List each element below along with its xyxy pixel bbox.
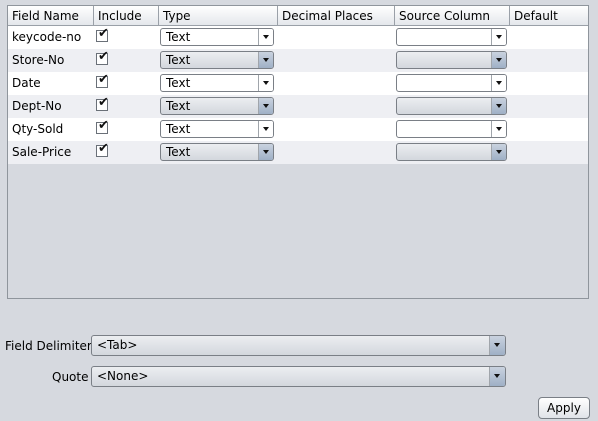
field-name-cell: keycode-no xyxy=(12,30,82,44)
chevron-down-icon xyxy=(263,150,269,154)
check-icon: ✔ xyxy=(98,72,109,87)
source-column-dropdown-button[interactable] xyxy=(491,98,506,114)
chevron-down-icon xyxy=(496,104,502,108)
check-icon: ✔ xyxy=(98,95,109,110)
include-checkbox[interactable]: ✔ xyxy=(96,95,109,111)
type-value: Text xyxy=(166,30,191,44)
column-header-type[interactable]: Type xyxy=(159,6,278,26)
column-header-decimal-places[interactable]: Decimal Places xyxy=(278,6,395,26)
quote-select[interactable]: <None> xyxy=(91,366,506,387)
type-value: Text xyxy=(166,76,191,90)
check-icon: ✔ xyxy=(98,49,109,64)
quote-value: <None> xyxy=(97,369,149,383)
type-value: Text xyxy=(166,122,191,136)
chevron-down-icon xyxy=(496,127,502,131)
type-select[interactable]: Text xyxy=(160,28,274,46)
column-header-include[interactable]: Include xyxy=(94,6,159,26)
quote-label: Quote xyxy=(52,370,89,384)
include-checkbox[interactable]: ✔ xyxy=(96,49,109,65)
table-row[interactable]: keycode-no ✔ Text xyxy=(8,26,588,49)
chevron-down-icon xyxy=(494,343,500,347)
type-value: Text xyxy=(166,145,191,159)
field-name-cell: Store-No xyxy=(12,53,65,67)
source-column-dropdown-button[interactable] xyxy=(491,75,506,91)
field-name-cell: Date xyxy=(12,76,41,90)
type-select[interactable]: Text xyxy=(160,120,274,138)
table-row[interactable]: Sale-Price ✔ Text xyxy=(8,141,588,164)
include-checkbox[interactable]: ✔ xyxy=(96,118,109,134)
type-value: Text xyxy=(166,53,191,67)
field-name-cell: Sale-Price xyxy=(12,145,72,159)
field-name-cell: Qty-Sold xyxy=(12,122,64,136)
field-delimiter-select[interactable]: <Tab> xyxy=(91,335,506,356)
type-select[interactable]: Text xyxy=(160,51,274,69)
field-delimiter-dropdown-button[interactable] xyxy=(489,336,505,355)
include-checkbox[interactable]: ✔ xyxy=(96,72,109,88)
chevron-down-icon xyxy=(263,58,269,62)
source-column-dropdown-button[interactable] xyxy=(491,121,506,137)
source-column-select[interactable] xyxy=(396,51,507,69)
table-header: Field Name Include Type Decimal Places S… xyxy=(8,6,588,26)
chevron-down-icon xyxy=(496,81,502,85)
include-checkbox[interactable]: ✔ xyxy=(96,141,109,157)
chevron-down-icon xyxy=(263,81,269,85)
source-column-select[interactable] xyxy=(396,143,507,161)
type-select[interactable]: Text xyxy=(160,74,274,92)
field-name-cell: Dept-No xyxy=(12,99,62,113)
type-select[interactable]: Text xyxy=(160,143,274,161)
type-dropdown-button[interactable] xyxy=(258,52,273,68)
source-column-select[interactable] xyxy=(396,28,507,46)
source-column-select[interactable] xyxy=(396,74,507,92)
column-header-default[interactable]: Default xyxy=(510,6,588,26)
field-delimiter-value: <Tab> xyxy=(97,338,138,352)
source-column-select[interactable] xyxy=(396,120,507,138)
chevron-down-icon xyxy=(496,35,502,39)
check-icon: ✔ xyxy=(98,26,109,41)
include-checkbox[interactable]: ✔ xyxy=(96,26,109,42)
type-value: Text xyxy=(166,99,191,113)
table-row[interactable]: Store-No ✔ Text xyxy=(8,49,588,72)
type-dropdown-button[interactable] xyxy=(258,75,273,91)
apply-button[interactable]: Apply xyxy=(538,397,590,419)
type-dropdown-button[interactable] xyxy=(258,144,273,160)
source-column-dropdown-button[interactable] xyxy=(491,52,506,68)
type-select[interactable]: Text xyxy=(160,97,274,115)
chevron-down-icon xyxy=(263,35,269,39)
table-row[interactable]: Dept-No ✔ Text xyxy=(8,95,588,118)
chevron-down-icon xyxy=(263,104,269,108)
type-dropdown-button[interactable] xyxy=(258,121,273,137)
table-row[interactable]: Date ✔ Text xyxy=(8,72,588,95)
quote-dropdown-button[interactable] xyxy=(489,367,505,386)
type-dropdown-button[interactable] xyxy=(258,98,273,114)
source-column-select[interactable] xyxy=(396,97,507,115)
check-icon: ✔ xyxy=(98,118,109,133)
check-icon: ✔ xyxy=(98,141,109,156)
table-row[interactable]: Qty-Sold ✔ Text xyxy=(8,118,588,141)
chevron-down-icon xyxy=(496,58,502,62)
source-column-dropdown-button[interactable] xyxy=(491,144,506,160)
chevron-down-icon xyxy=(494,374,500,378)
type-dropdown-button[interactable] xyxy=(258,29,273,45)
chevron-down-icon xyxy=(263,127,269,131)
column-header-field-name[interactable]: Field Name xyxy=(8,6,94,26)
field-table: Field Name Include Type Decimal Places S… xyxy=(7,5,589,299)
field-delimiter-label: Field Delimiter xyxy=(5,339,92,353)
chevron-down-icon xyxy=(496,150,502,154)
source-column-dropdown-button[interactable] xyxy=(491,29,506,45)
column-header-source-column[interactable]: Source Column xyxy=(395,6,510,26)
